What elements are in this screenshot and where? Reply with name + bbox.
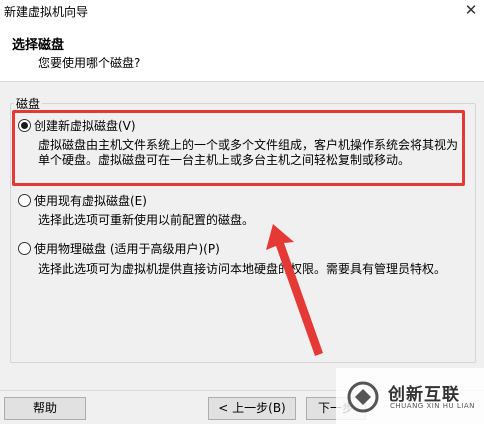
annotation-arrow-shape	[266, 224, 323, 356]
chuangxin-logo-icon	[347, 381, 379, 413]
watermark-name-en: CHUANG XIN HU LIAN	[390, 402, 475, 410]
annotation-arrow-icon	[266, 224, 323, 356]
watermark: 创新互联 CHUANG XIN HU LIAN	[336, 368, 484, 424]
back-button[interactable]: < 上一步(B)	[208, 397, 296, 420]
help-button[interactable]: 帮助	[4, 397, 86, 420]
